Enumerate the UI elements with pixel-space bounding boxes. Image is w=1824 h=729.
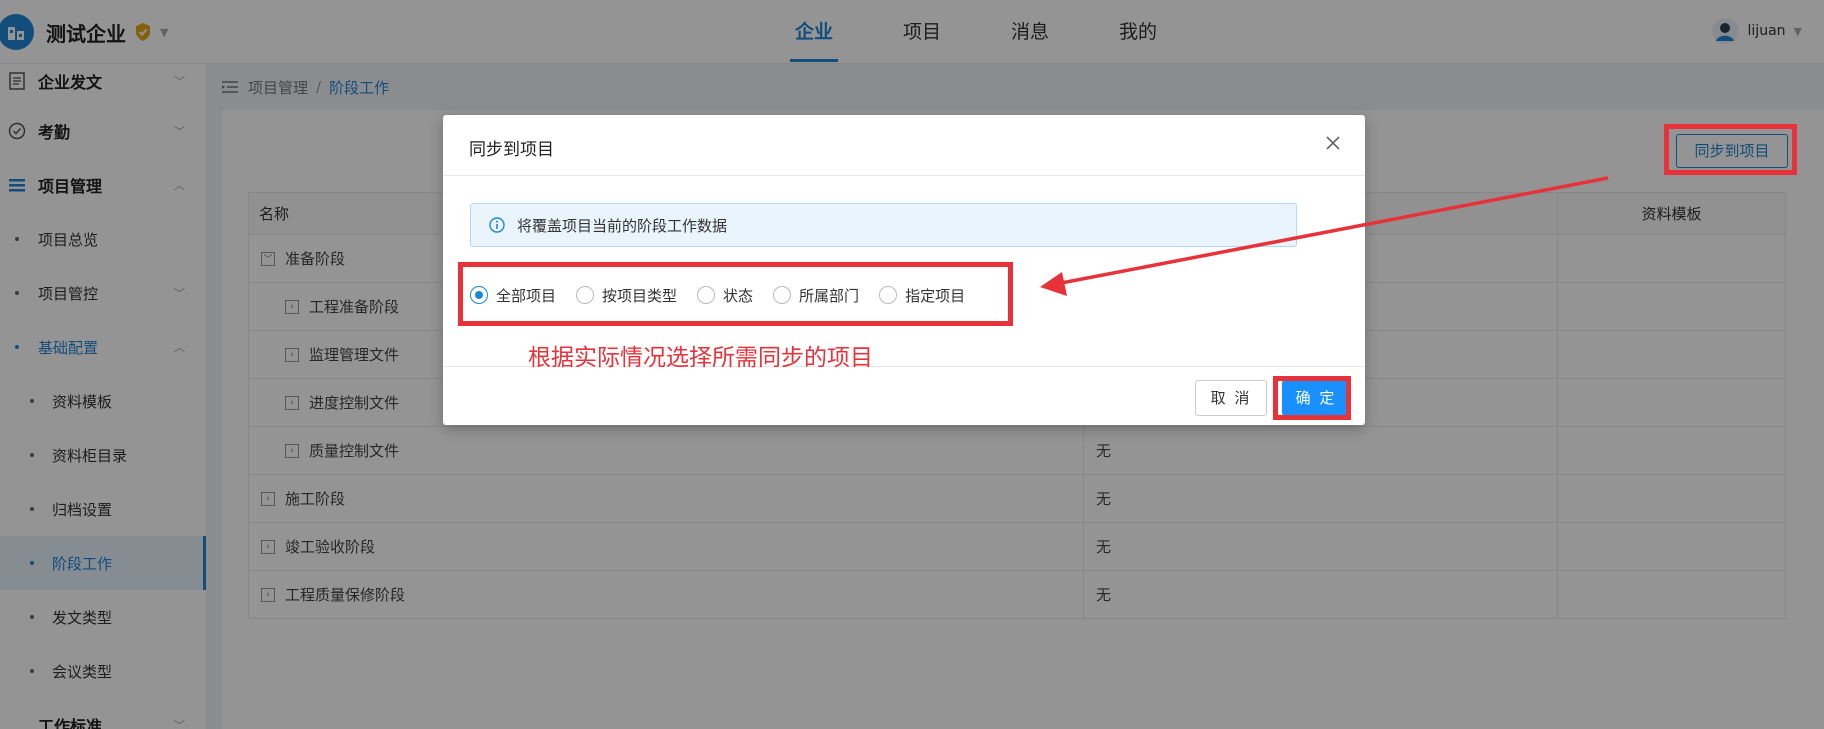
dialog-title: 同步到项目 xyxy=(469,140,554,160)
annotation-box-sync-button xyxy=(1664,124,1797,175)
cancel-button[interactable]: 取 消 xyxy=(1195,380,1267,416)
annotation-text: 根据实际情况选择所需同步的项目 xyxy=(528,345,873,371)
info-icon xyxy=(489,217,505,233)
annotation-box-confirm-button xyxy=(1273,376,1351,420)
close-icon[interactable] xyxy=(1323,133,1343,153)
divider xyxy=(443,175,1365,176)
info-alert: 将覆盖项目当前的阶段工作数据 xyxy=(470,203,1297,247)
alert-text: 将覆盖项目当前的阶段工作数据 xyxy=(517,216,728,235)
annotation-box-radio-options xyxy=(458,262,1013,326)
